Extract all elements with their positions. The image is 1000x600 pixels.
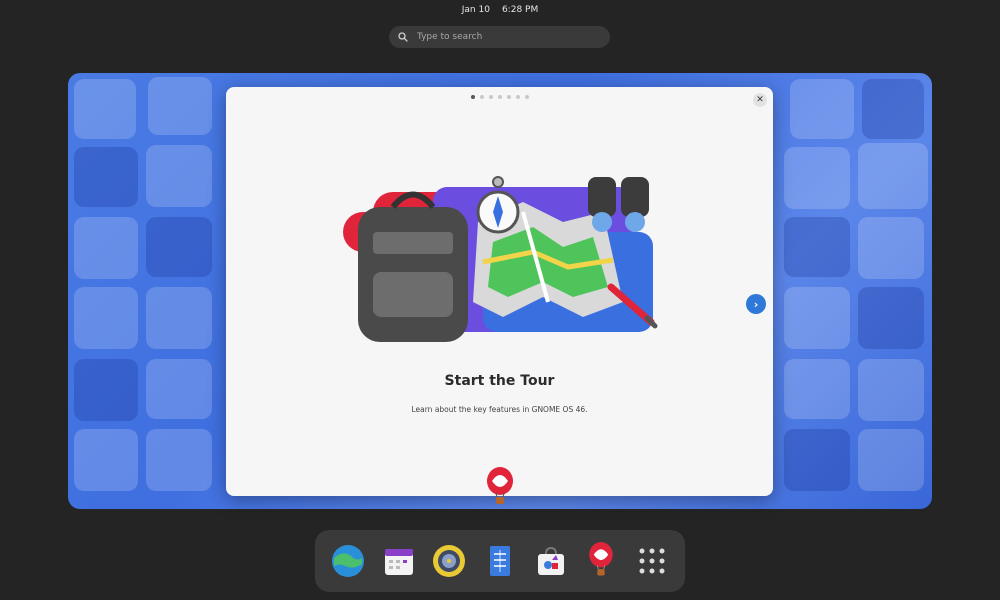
dock-music-player[interactable]	[429, 541, 469, 581]
wallpaper-shape	[858, 429, 924, 491]
page-dot	[470, 95, 475, 99]
chevron-right-icon: ›	[753, 297, 759, 311]
binoculars-right	[621, 177, 649, 217]
wallpaper-shape	[784, 287, 850, 349]
music-player-icon	[433, 545, 466, 577]
web-browser-icon	[332, 545, 365, 577]
wallpaper-shape	[74, 429, 138, 491]
binoculars-lens-left	[592, 212, 612, 232]
wallpaper-shape	[858, 287, 924, 349]
tour-app-badge-icon	[487, 467, 513, 504]
clock-date: Jan 10	[461, 5, 490, 15]
search-bar[interactable]	[389, 26, 610, 48]
close-icon: ✕	[756, 95, 764, 105]
dash-dock	[315, 530, 685, 592]
page-dot	[488, 95, 493, 99]
app-grid-icon	[639, 548, 665, 574]
tour-balloon-icon	[589, 542, 613, 576]
dock-text-editor[interactable]	[480, 541, 520, 581]
wallpaper-shape	[790, 79, 854, 139]
page-dot	[506, 95, 511, 99]
wallpaper-shape	[74, 147, 138, 207]
software-store-icon	[537, 546, 564, 575]
page-dot	[497, 95, 502, 99]
page-indicator	[226, 95, 773, 99]
wallpaper-shape	[146, 217, 212, 277]
dock-calendar[interactable]	[379, 541, 419, 581]
wallpaper-shape	[784, 217, 850, 277]
wallpaper-shape	[74, 287, 138, 349]
clock[interactable]: Jan 10 6:28 PM	[462, 5, 538, 15]
tour-illustration	[343, 176, 658, 342]
top-bar: Jan 10 6:28 PM	[0, 0, 1000, 20]
wallpaper-shape	[74, 217, 138, 279]
page-dot	[479, 95, 484, 99]
wallpaper-shape	[146, 287, 212, 349]
compass-ring	[492, 176, 504, 188]
search-icon	[397, 31, 409, 43]
wallpaper-shape	[146, 359, 212, 419]
page-dot	[515, 95, 520, 99]
search-input[interactable]	[415, 31, 595, 43]
tour-title: Start the Tour	[444, 373, 555, 389]
wallpaper-shape	[74, 79, 136, 139]
tour-description: Learn about the key features in GNOME OS…	[411, 405, 588, 414]
backpack-strap	[373, 232, 453, 254]
binoculars-lens-right	[625, 212, 645, 232]
wallpaper-shape	[148, 77, 212, 135]
wallpaper-shape	[858, 143, 928, 209]
dock-tour[interactable]	[581, 541, 621, 581]
backpack-pocket	[373, 272, 453, 317]
wallpaper-shape	[784, 147, 850, 209]
dock-web-browser[interactable]	[328, 541, 368, 581]
binoculars-icon	[588, 177, 616, 217]
close-button[interactable]: ✕	[753, 93, 767, 107]
wallpaper-shape	[858, 217, 924, 279]
wallpaper-shape	[146, 429, 212, 491]
wallpaper-shape	[784, 429, 850, 491]
dock-software-store[interactable]	[531, 541, 571, 581]
next-page-button[interactable]: ›	[746, 294, 766, 314]
wallpaper-shape	[858, 359, 924, 421]
wallpaper-shape	[862, 79, 924, 139]
wallpaper-shape	[146, 145, 212, 207]
page-dot	[524, 95, 529, 99]
wallpaper-shape	[784, 359, 850, 419]
dock-show-apps[interactable]	[632, 541, 672, 581]
text-editor-icon	[489, 546, 510, 576]
clock-time: 6:28 PM	[501, 5, 539, 15]
calendar-icon	[384, 549, 413, 575]
tour-window[interactable]: ✕ Start the Tour Learn about the key fea…	[226, 87, 773, 496]
wallpaper-shape	[74, 359, 138, 421]
